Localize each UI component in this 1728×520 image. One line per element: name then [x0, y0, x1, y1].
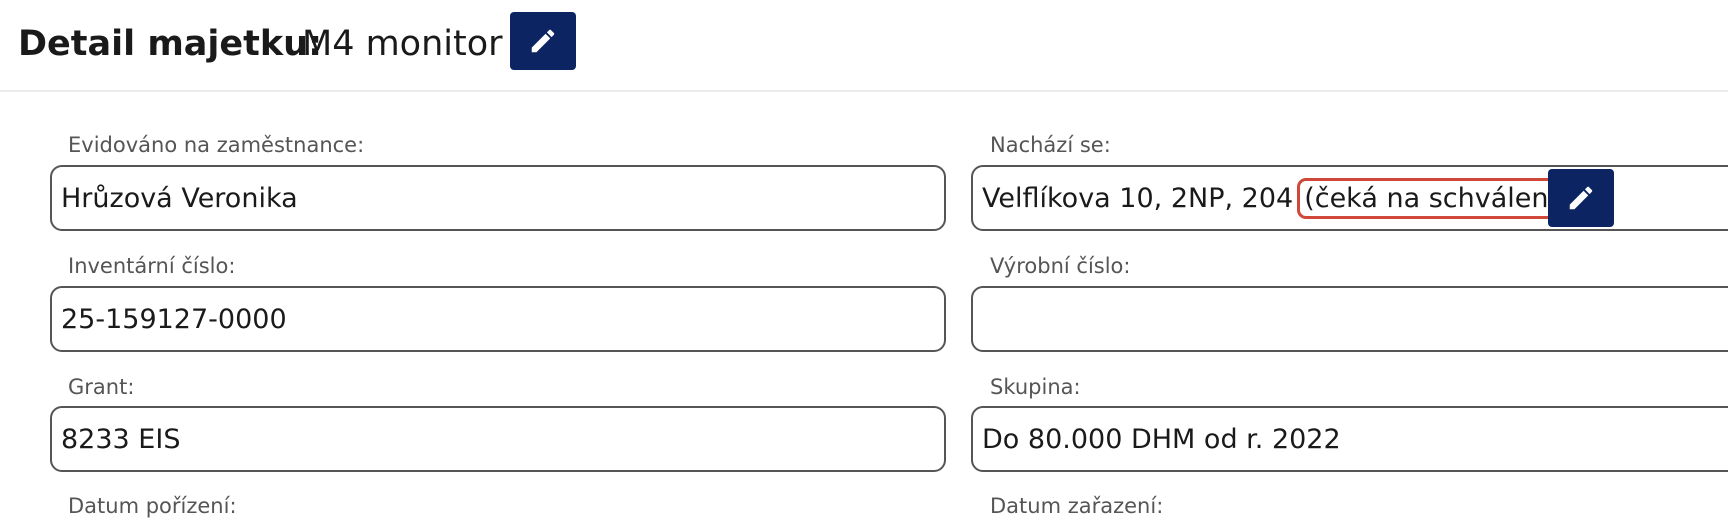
employee-field[interactable]: Hrůzová Veronika: [50, 165, 946, 231]
grant-label: Grant:: [68, 375, 135, 399]
edit-location-button[interactable]: [1548, 169, 1614, 227]
serial-number-label: Výrobní číslo:: [990, 254, 1131, 278]
grant-field[interactable]: 8233 EIS: [50, 406, 946, 472]
location-label: Nachází se:: [990, 133, 1111, 157]
inventory-number-value: 25-159127-0000: [61, 303, 287, 335]
inventory-number-field[interactable]: 25-159127-0000: [50, 286, 946, 352]
serial-number-field[interactable]: [971, 286, 1728, 352]
group-field[interactable]: Do 80.000 DHM od r. 2022: [971, 406, 1728, 472]
group-label: Skupina:: [990, 375, 1081, 399]
grant-value: 8233 EIS: [61, 423, 181, 455]
page-header: Detail majetku: M4 monitor: [0, 0, 1728, 92]
classification-date-label: Datum zařazení:: [990, 494, 1164, 518]
employee-value: Hrůzová Veronika: [61, 182, 298, 214]
location-value: Velflíkova 10, 2NP, 204: [982, 182, 1294, 214]
inventory-number-label: Inventární číslo:: [68, 254, 236, 278]
purchase-date-label: Datum pořízení:: [68, 494, 237, 518]
employee-label: Evidováno na zaměstnance:: [68, 133, 365, 157]
location-field[interactable]: Velflíkova 10, 2NP, 204 (čeká na schvále…: [971, 165, 1728, 231]
edit-asset-name-button[interactable]: [510, 12, 576, 70]
page-title-label: Detail majetku:: [18, 24, 323, 64]
pencil-icon: [1569, 186, 1593, 210]
approval-status-badge: (čeká na schválení): [1297, 177, 1576, 219]
pencil-icon: [531, 29, 555, 53]
page-title-value: M4 monitor: [302, 24, 503, 64]
group-value: Do 80.000 DHM od r. 2022: [982, 423, 1341, 455]
